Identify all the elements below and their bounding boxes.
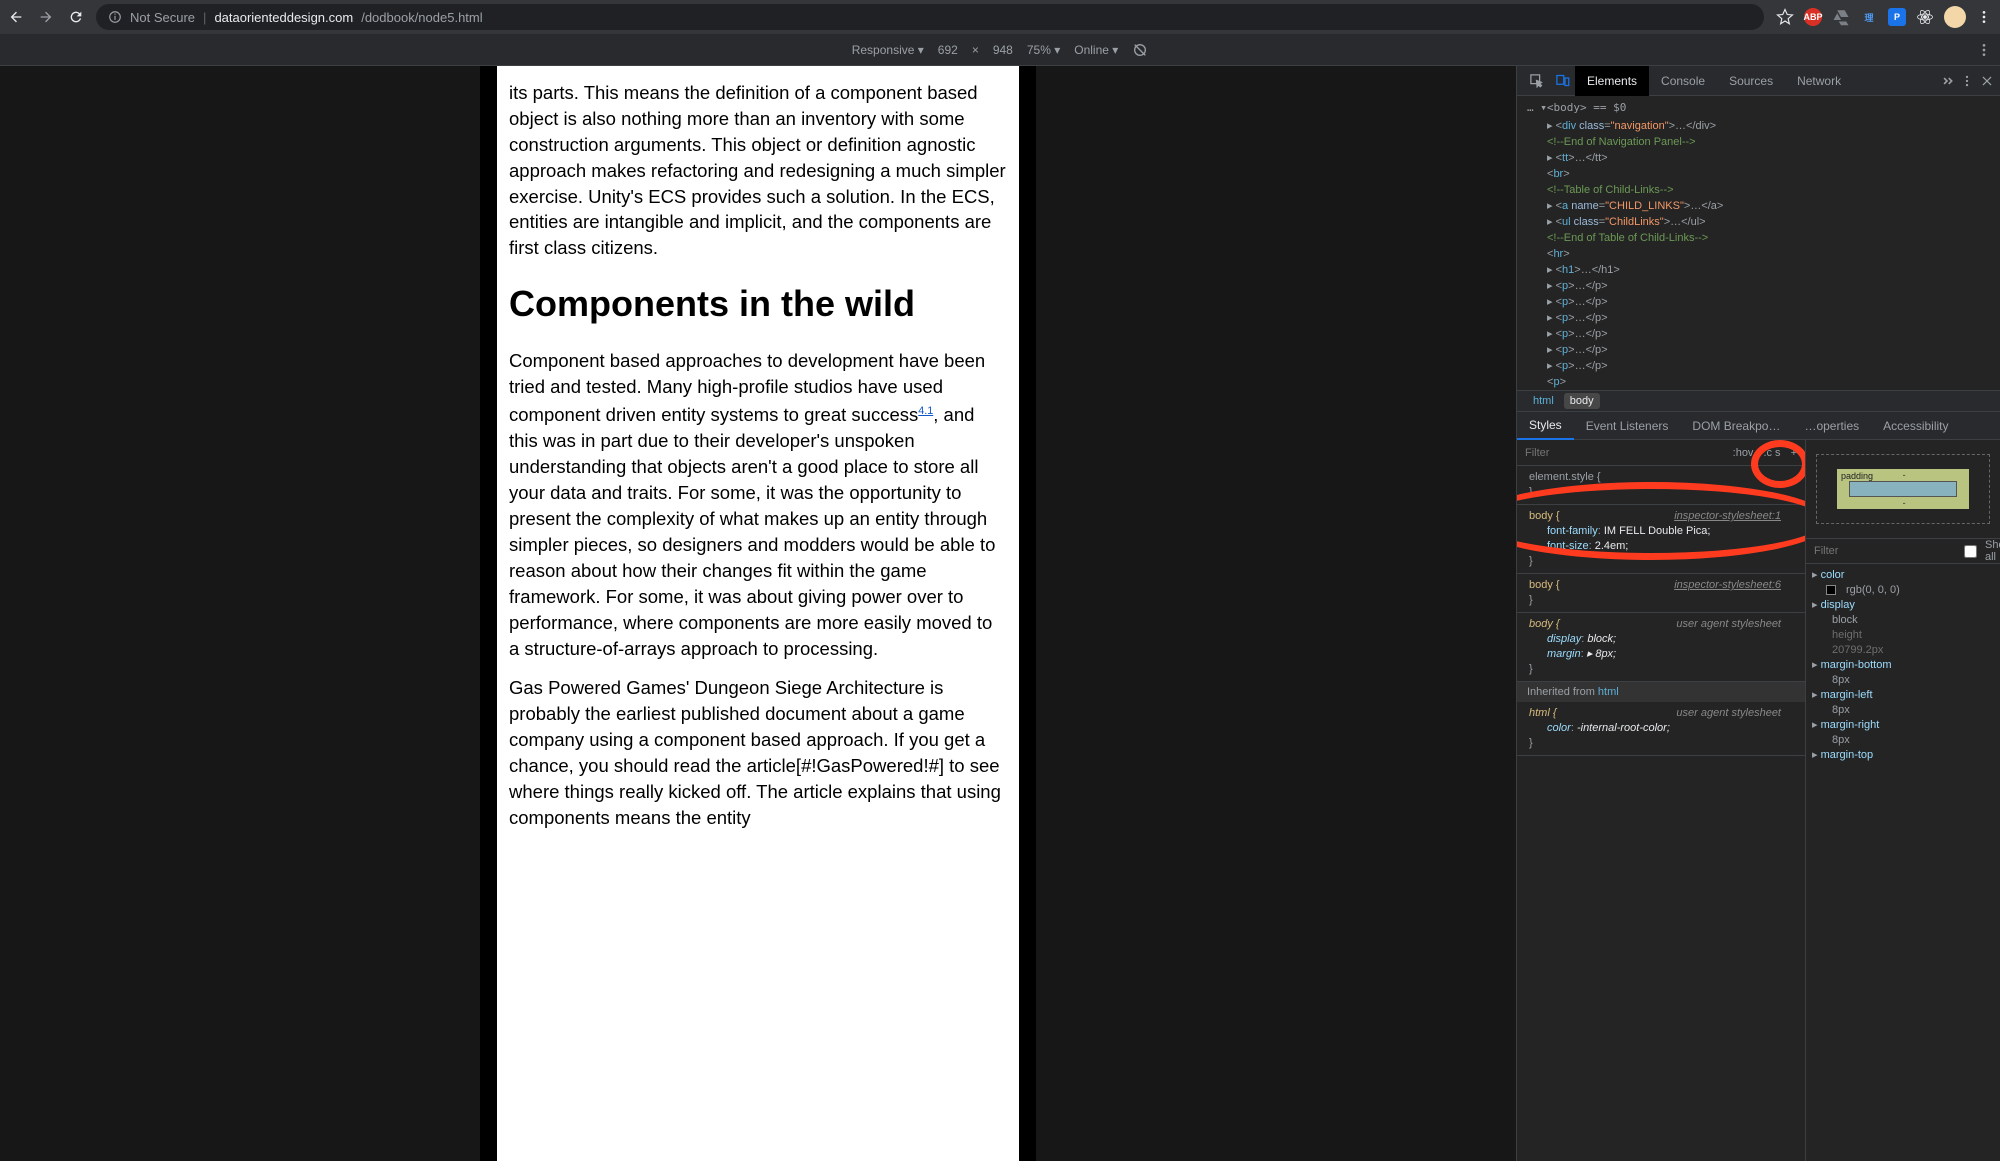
new-rule-button[interactable]: + bbox=[1791, 447, 1797, 459]
show-all-label: Show all bbox=[1985, 539, 2000, 563]
tab-console[interactable]: Console bbox=[1649, 66, 1717, 96]
tab-styles[interactable]: Styles bbox=[1517, 412, 1574, 440]
tab-network[interactable]: Network bbox=[1785, 66, 1853, 96]
device-zoom[interactable]: 75% ▾ bbox=[1027, 43, 1060, 57]
device-x: × bbox=[972, 43, 979, 57]
rule-body-ua[interactable]: user agent stylesheet body { display: bl… bbox=[1517, 613, 1805, 682]
url-host: dataorienteddesign.com bbox=[214, 10, 353, 25]
breadcrumb-body[interactable]: body bbox=[1564, 393, 1600, 409]
dom-node[interactable]: ▸ <div class="navigation">…</div> bbox=[1517, 118, 2000, 134]
tab-event-listeners[interactable]: Event Listeners bbox=[1574, 412, 1681, 440]
tab-dom-breakpoints[interactable]: DOM Breakpo… bbox=[1680, 412, 1792, 440]
device-height[interactable]: 948 bbox=[993, 43, 1013, 57]
device-menu-icon[interactable] bbox=[1976, 42, 1992, 58]
dom-node[interactable]: <hr> bbox=[1517, 246, 2000, 262]
breadcrumb-bar[interactable]: html body bbox=[1517, 390, 2000, 412]
hov-toggle[interactable]: :hov bbox=[1733, 447, 1754, 459]
page-paragraph: Gas Powered Games' Dungeon Siege Archite… bbox=[509, 675, 1007, 830]
tab-properties[interactable]: …operties bbox=[1792, 412, 1871, 440]
inherited-header: Inherited from html bbox=[1517, 682, 1805, 702]
rule-html-ua[interactable]: user agent stylesheet html { color: -int… bbox=[1517, 702, 1805, 756]
dom-node[interactable]: ▸ <p>…</p> bbox=[1517, 278, 2000, 294]
dom-node[interactable]: ▸ <a name="CHILD_LINKS">…</a> bbox=[1517, 198, 2000, 214]
dom-node[interactable]: <br> bbox=[1517, 166, 2000, 182]
breadcrumb-html[interactable]: html bbox=[1527, 393, 1560, 409]
back-icon[interactable] bbox=[8, 9, 24, 25]
page-content[interactable]: its parts. This means the definition of … bbox=[497, 66, 1019, 1161]
device-mode-icon[interactable] bbox=[1549, 66, 1575, 96]
tab-elements[interactable]: Elements bbox=[1575, 66, 1649, 96]
dom-node[interactable]: ▸ <p>…</p> bbox=[1517, 358, 2000, 374]
computed-list[interactable]: ▸ color rgb(0, 0, 0) ▸ display block hei… bbox=[1806, 564, 2000, 1161]
styles-tabs: Styles Event Listeners DOM Breakpo… …ope… bbox=[1517, 412, 2000, 440]
devtools-panel: Elements Console Sources Network … ▾<bod… bbox=[1516, 66, 2000, 1161]
rule-body-1[interactable]: inspector-stylesheet:1 body { font-famil… bbox=[1517, 505, 1805, 574]
cls-toggle[interactable]: .c s bbox=[1763, 447, 1780, 459]
dom-node[interactable]: ▸ <p>…</p> bbox=[1517, 342, 2000, 358]
bookmark-star-icon[interactable] bbox=[1776, 8, 1794, 26]
rule-source-link[interactable]: inspector-stylesheet:6 bbox=[1674, 578, 1781, 593]
dom-comment[interactable]: <!--End of Navigation Panel--> bbox=[1517, 134, 2000, 150]
styles-pane[interactable]: :hov .c s + element.style {} inspector-s… bbox=[1517, 440, 1805, 1161]
dom-node[interactable]: ▸ <ul class="ChildLinks">…</ul> bbox=[1517, 214, 2000, 230]
page-heading: Components in the wild bbox=[509, 279, 1007, 329]
device-toolbar: Responsive ▾ 692 × 948 75% ▾ Online ▾ bbox=[0, 34, 2000, 66]
tab-accessibility[interactable]: Accessibility bbox=[1871, 412, 1960, 440]
rule-body-2[interactable]: inspector-stylesheet:6 body { } bbox=[1517, 574, 1805, 613]
device-select[interactable]: Responsive ▾ bbox=[852, 43, 924, 57]
rule-source-link[interactable]: inspector-stylesheet:1 bbox=[1674, 509, 1781, 524]
info-icon bbox=[108, 10, 122, 24]
color-swatch bbox=[1826, 585, 1836, 595]
dom-breadcrumb-top: … ▾<body> == $0 bbox=[1517, 98, 2000, 118]
rendered-viewport: its parts. This means the definition of … bbox=[0, 66, 1516, 1161]
not-secure-label: Not Secure bbox=[130, 10, 195, 25]
dom-node[interactable]: ▸ <h1>…</h1> bbox=[1517, 262, 2000, 278]
box-model[interactable]: padding - - bbox=[1806, 440, 2000, 538]
rotate-icon[interactable] bbox=[1132, 42, 1148, 58]
ext-p-icon[interactable]: P bbox=[1888, 8, 1906, 26]
profile-avatar[interactable] bbox=[1944, 6, 1966, 28]
computed-filter-input[interactable] bbox=[1814, 545, 1956, 557]
devtools-menu-icon[interactable] bbox=[1960, 74, 1974, 88]
reload-icon[interactable] bbox=[68, 9, 84, 25]
show-all-checkbox[interactable] bbox=[1964, 545, 1977, 558]
dom-node[interactable]: ▸ <p>…</p> bbox=[1517, 326, 2000, 342]
rule-source: user agent stylesheet bbox=[1676, 706, 1781, 721]
close-devtools-icon[interactable] bbox=[1980, 74, 1994, 88]
ext-kanji-icon[interactable]: 理 bbox=[1860, 8, 1878, 26]
page-paragraph: its parts. This means the definition of … bbox=[509, 80, 1007, 261]
chrome-right: ABP 理 P bbox=[1776, 6, 1992, 28]
url-path: /dodbook/node5.html bbox=[361, 10, 482, 25]
devtools-tabs: Elements Console Sources Network bbox=[1517, 66, 2000, 96]
address-bar[interactable]: Not Secure | dataorienteddesign.com/dodb… bbox=[96, 4, 1764, 30]
elements-tree[interactable]: … ▾<body> == $0 ▸ <div class="navigation… bbox=[1517, 96, 2000, 390]
dom-node[interactable]: ▸ <p>…</p> bbox=[1517, 294, 2000, 310]
computed-pane: padding - - Show all ▸ color rgb(0, 0, 0… bbox=[1805, 440, 2000, 1161]
computed-filter-row: Show all bbox=[1806, 538, 2000, 564]
page-paragraph: Component based approaches to developmen… bbox=[509, 348, 1007, 662]
tab-sources[interactable]: Sources bbox=[1717, 66, 1785, 96]
inspect-icon[interactable] bbox=[1523, 66, 1549, 96]
ext-drive-icon[interactable] bbox=[1832, 8, 1850, 26]
forward-icon[interactable] bbox=[38, 9, 54, 25]
dom-node[interactable]: ▸ <p>…</p> bbox=[1517, 310, 2000, 326]
ext-abp-icon[interactable]: ABP bbox=[1804, 8, 1822, 26]
rule-source: user agent stylesheet bbox=[1676, 617, 1781, 632]
nav-controls bbox=[8, 9, 84, 25]
more-tabs-icon[interactable] bbox=[1940, 74, 1954, 88]
rule-element-style[interactable]: element.style {} bbox=[1517, 466, 1805, 505]
dom-node[interactable]: <p> bbox=[1517, 374, 2000, 390]
styles-filter-input[interactable] bbox=[1525, 447, 1721, 459]
styles-filter-row: :hov .c s + bbox=[1517, 440, 1805, 466]
footnote-link[interactable]: 4.1 bbox=[918, 405, 933, 417]
browser-menu-icon[interactable] bbox=[1976, 9, 1992, 25]
dom-comment[interactable]: <!--Table of Child-Links--> bbox=[1517, 182, 2000, 198]
dom-comment[interactable]: <!--End of Table of Child-Links--> bbox=[1517, 230, 2000, 246]
dom-node[interactable]: ▸ <tt>…</tt> bbox=[1517, 150, 2000, 166]
ext-react-icon[interactable] bbox=[1916, 8, 1934, 26]
browser-chrome: Not Secure | dataorienteddesign.com/dodb… bbox=[0, 0, 2000, 34]
device-online[interactable]: Online ▾ bbox=[1074, 43, 1118, 57]
device-width[interactable]: 692 bbox=[938, 43, 958, 57]
